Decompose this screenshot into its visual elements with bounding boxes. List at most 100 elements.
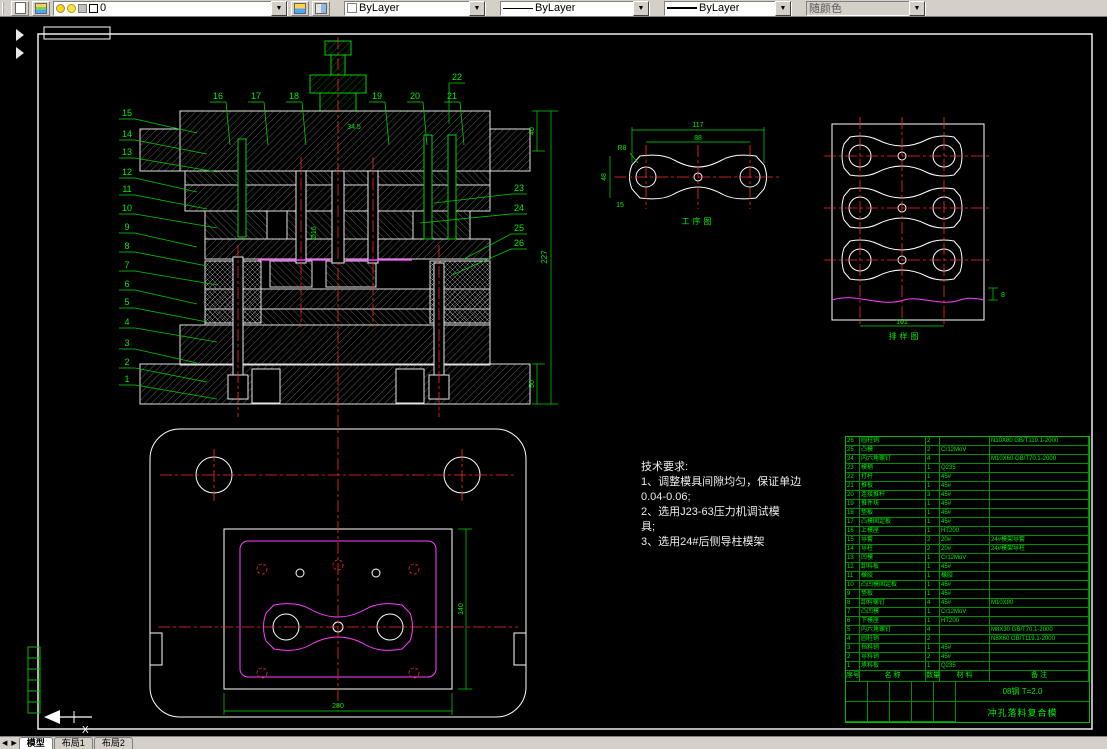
bom-cell: 6: [846, 617, 860, 626]
callout-number: 10: [122, 203, 132, 213]
layout-tab-bar: ◀ ▶ 模型 布局1 布局2: [0, 736, 1107, 749]
callout-number: 26: [514, 238, 524, 248]
bom-cell: 1: [926, 617, 940, 626]
callout-number: 13: [122, 147, 132, 157]
lineweight-control[interactable]: ByLayer ▼: [664, 0, 792, 16]
bom-cell: 4: [926, 626, 940, 635]
bom-cell: 4: [846, 635, 860, 644]
bom-cell: Q235: [940, 662, 990, 671]
tab-layout1[interactable]: 布局1: [53, 737, 93, 749]
layer-previous-button[interactable]: [312, 0, 330, 16]
bom-cell: 凸模: [860, 446, 926, 455]
bom-cell: 1: [926, 554, 940, 563]
bom-cell: 25: [846, 446, 860, 455]
bom-cell: 打杆: [860, 473, 926, 482]
plotstyle-dropdown-arrow-icon: ▼: [909, 0, 925, 16]
bom-cell: 导套: [860, 536, 926, 545]
bom-cell: 1: [926, 500, 940, 509]
bom-cell: [990, 554, 1089, 563]
tab-model[interactable]: 模型: [18, 737, 53, 749]
layer-dropdown-arrow-icon[interactable]: ▼: [271, 0, 287, 16]
bom-cell: 45#: [940, 491, 990, 500]
sheet-icon: [14, 2, 26, 14]
dim-strip-step: 8: [1001, 292, 1005, 299]
bom-cell: N8X60 GB/T119.1-2000: [990, 635, 1089, 644]
lineweight-dropdown-arrow-icon[interactable]: ▼: [775, 0, 791, 16]
bom-cell: 20#: [940, 536, 990, 545]
tab-nav-right-icon[interactable]: ▶: [9, 738, 18, 749]
bom-cell: 24#模架导柱: [990, 545, 1089, 554]
bom-cell: [940, 455, 990, 464]
layer-control[interactable]: 0 ▼: [53, 0, 288, 16]
make-object-layer-current-button[interactable]: [11, 0, 29, 16]
bom-cell: [990, 482, 1089, 491]
bom-cell: 凸模固定板: [860, 518, 926, 527]
tech-req-line: 0.04-0.06;: [641, 491, 691, 503]
layer-states-button[interactable]: [291, 0, 309, 16]
bom-cell: 1: [926, 581, 940, 590]
bom-cell: 1: [926, 572, 940, 581]
layers-dialog-button[interactable]: [32, 0, 50, 16]
bom-cell: 2: [926, 545, 940, 554]
plan-view: 280 140: [149, 428, 527, 718]
layer-previous-icon: [315, 2, 327, 14]
dim-process-radius: R8: [618, 145, 627, 152]
bom-cell: 9: [846, 590, 860, 599]
bom-cell: 1: [926, 464, 940, 473]
bom-cell: 24#模架导套: [990, 536, 1089, 545]
bom-cell: 23: [846, 464, 860, 473]
tab-nav-left-icon[interactable]: ◀: [0, 738, 9, 749]
bom-cell: 22: [846, 473, 860, 482]
bom-cell: 凹模: [860, 554, 926, 563]
linetype-sample-icon: [503, 7, 533, 9]
toolbar-grip[interactable]: [2, 1, 8, 15]
color-dropdown-arrow-icon[interactable]: ▼: [469, 0, 485, 16]
process-view-label: 工序图: [682, 216, 715, 226]
dim-lower: 50: [529, 380, 536, 388]
color-value: ByLayer: [359, 2, 400, 14]
layer-on-bulb-icon: [56, 3, 65, 13]
tab-layout2[interactable]: 布局2: [93, 737, 133, 749]
bom-cell: 45#: [940, 581, 990, 590]
bom-cell: 上模座: [860, 527, 926, 536]
linetype-control[interactable]: ByLayer ▼: [500, 0, 650, 16]
bom-cell: 4: [926, 599, 940, 608]
bom-cell: 橡胶: [860, 572, 926, 581]
bolt-hole-circles: [256, 559, 420, 679]
bom-header-cell: 名 称: [860, 671, 926, 682]
callout-number: 20: [410, 91, 420, 101]
technical-requirements: 技术要求: 1、调整模具间隙均匀，保证单边 0.04-0.06; 2、选用J23…: [641, 460, 823, 550]
cad-window: 0 ▼ ByLayer ▼ ByLayer ▼ ByLayer ▼ 随颜色 ▼: [0, 0, 1107, 749]
bom-cell: HT200: [940, 527, 990, 536]
callout-number: 4: [124, 317, 129, 327]
linetype-dropdown-arrow-icon[interactable]: ▼: [633, 0, 649, 16]
bom-cell: 连接推杆: [860, 491, 926, 500]
bom-cell: HT200: [940, 617, 990, 626]
bom-cell: 承料板: [860, 662, 926, 671]
bom-cell: [990, 653, 1089, 662]
bom-cell: 1: [926, 482, 940, 491]
bom-cell: M10X80: [990, 599, 1089, 608]
bom-header-cell: 数量: [926, 671, 940, 682]
bom-cell: 2: [926, 653, 940, 662]
bom-table: 26 圆柱销 2 N10X80 GB/T119.1-2000 25 凸模 2 Cr12MoV 2…: [845, 436, 1090, 723]
layer-states-icon: [294, 2, 306, 14]
bom-cell: 19: [846, 500, 860, 509]
bom-cell: [990, 590, 1089, 599]
bom-cell: M8X30 GB/T70.1-2000: [990, 626, 1089, 635]
bom-cell: 导料销: [860, 653, 926, 662]
bom-cell: 13: [846, 554, 860, 563]
drawing-canvas[interactable]: 227 40 50 Ø16 34.5 15 14 13 12 11 10 9 8 7 6 5 4 3 2 1…: [0, 17, 1107, 737]
bom-cell: 垫板: [860, 590, 926, 599]
dim-process-length: 117: [692, 122, 703, 129]
dim-plan-height: 140: [458, 603, 465, 615]
ucs-icon: X: [44, 710, 92, 736]
material-note: 08钢 T=2.0: [956, 682, 1089, 702]
bom-cell: 推板: [860, 482, 926, 491]
dim-upper: 40: [529, 127, 536, 135]
bom-header: 序号 名 称 数量 材 料 备 注: [846, 671, 1089, 682]
bom-cell: 橡胶: [940, 572, 990, 581]
lineweight-value: ByLayer: [699, 2, 740, 14]
color-control[interactable]: ByLayer ▼: [344, 0, 486, 16]
bom-cell: 45#: [940, 653, 990, 662]
